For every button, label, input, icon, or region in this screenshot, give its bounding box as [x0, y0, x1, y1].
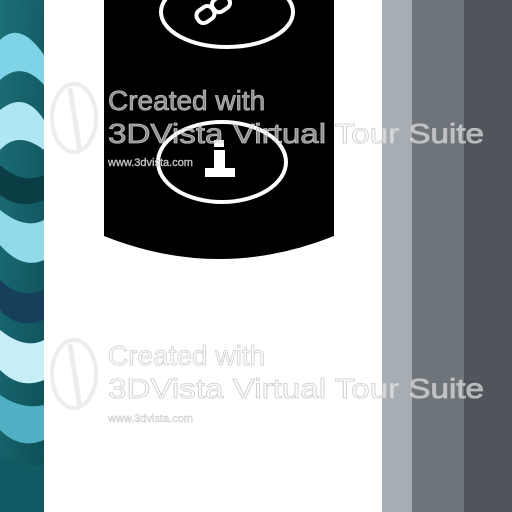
mural-painting: [0, 0, 44, 512]
watermark-line2: 3DVista Virtual Tour Suite: [108, 373, 484, 404]
grey-wall: [382, 0, 512, 512]
tour-viewport: Created with 3DVista Virtual Tour Suite …: [0, 0, 512, 512]
watermark-line1: Created with: [108, 85, 265, 116]
watermark-line2: 3DVista Virtual Tour Suite: [108, 118, 484, 149]
watermark-url: www.3dvista.com: [107, 157, 193, 169]
watermark-url: www.3dvista.com: [107, 413, 193, 425]
watermark-line1: Created with: [108, 340, 265, 371]
